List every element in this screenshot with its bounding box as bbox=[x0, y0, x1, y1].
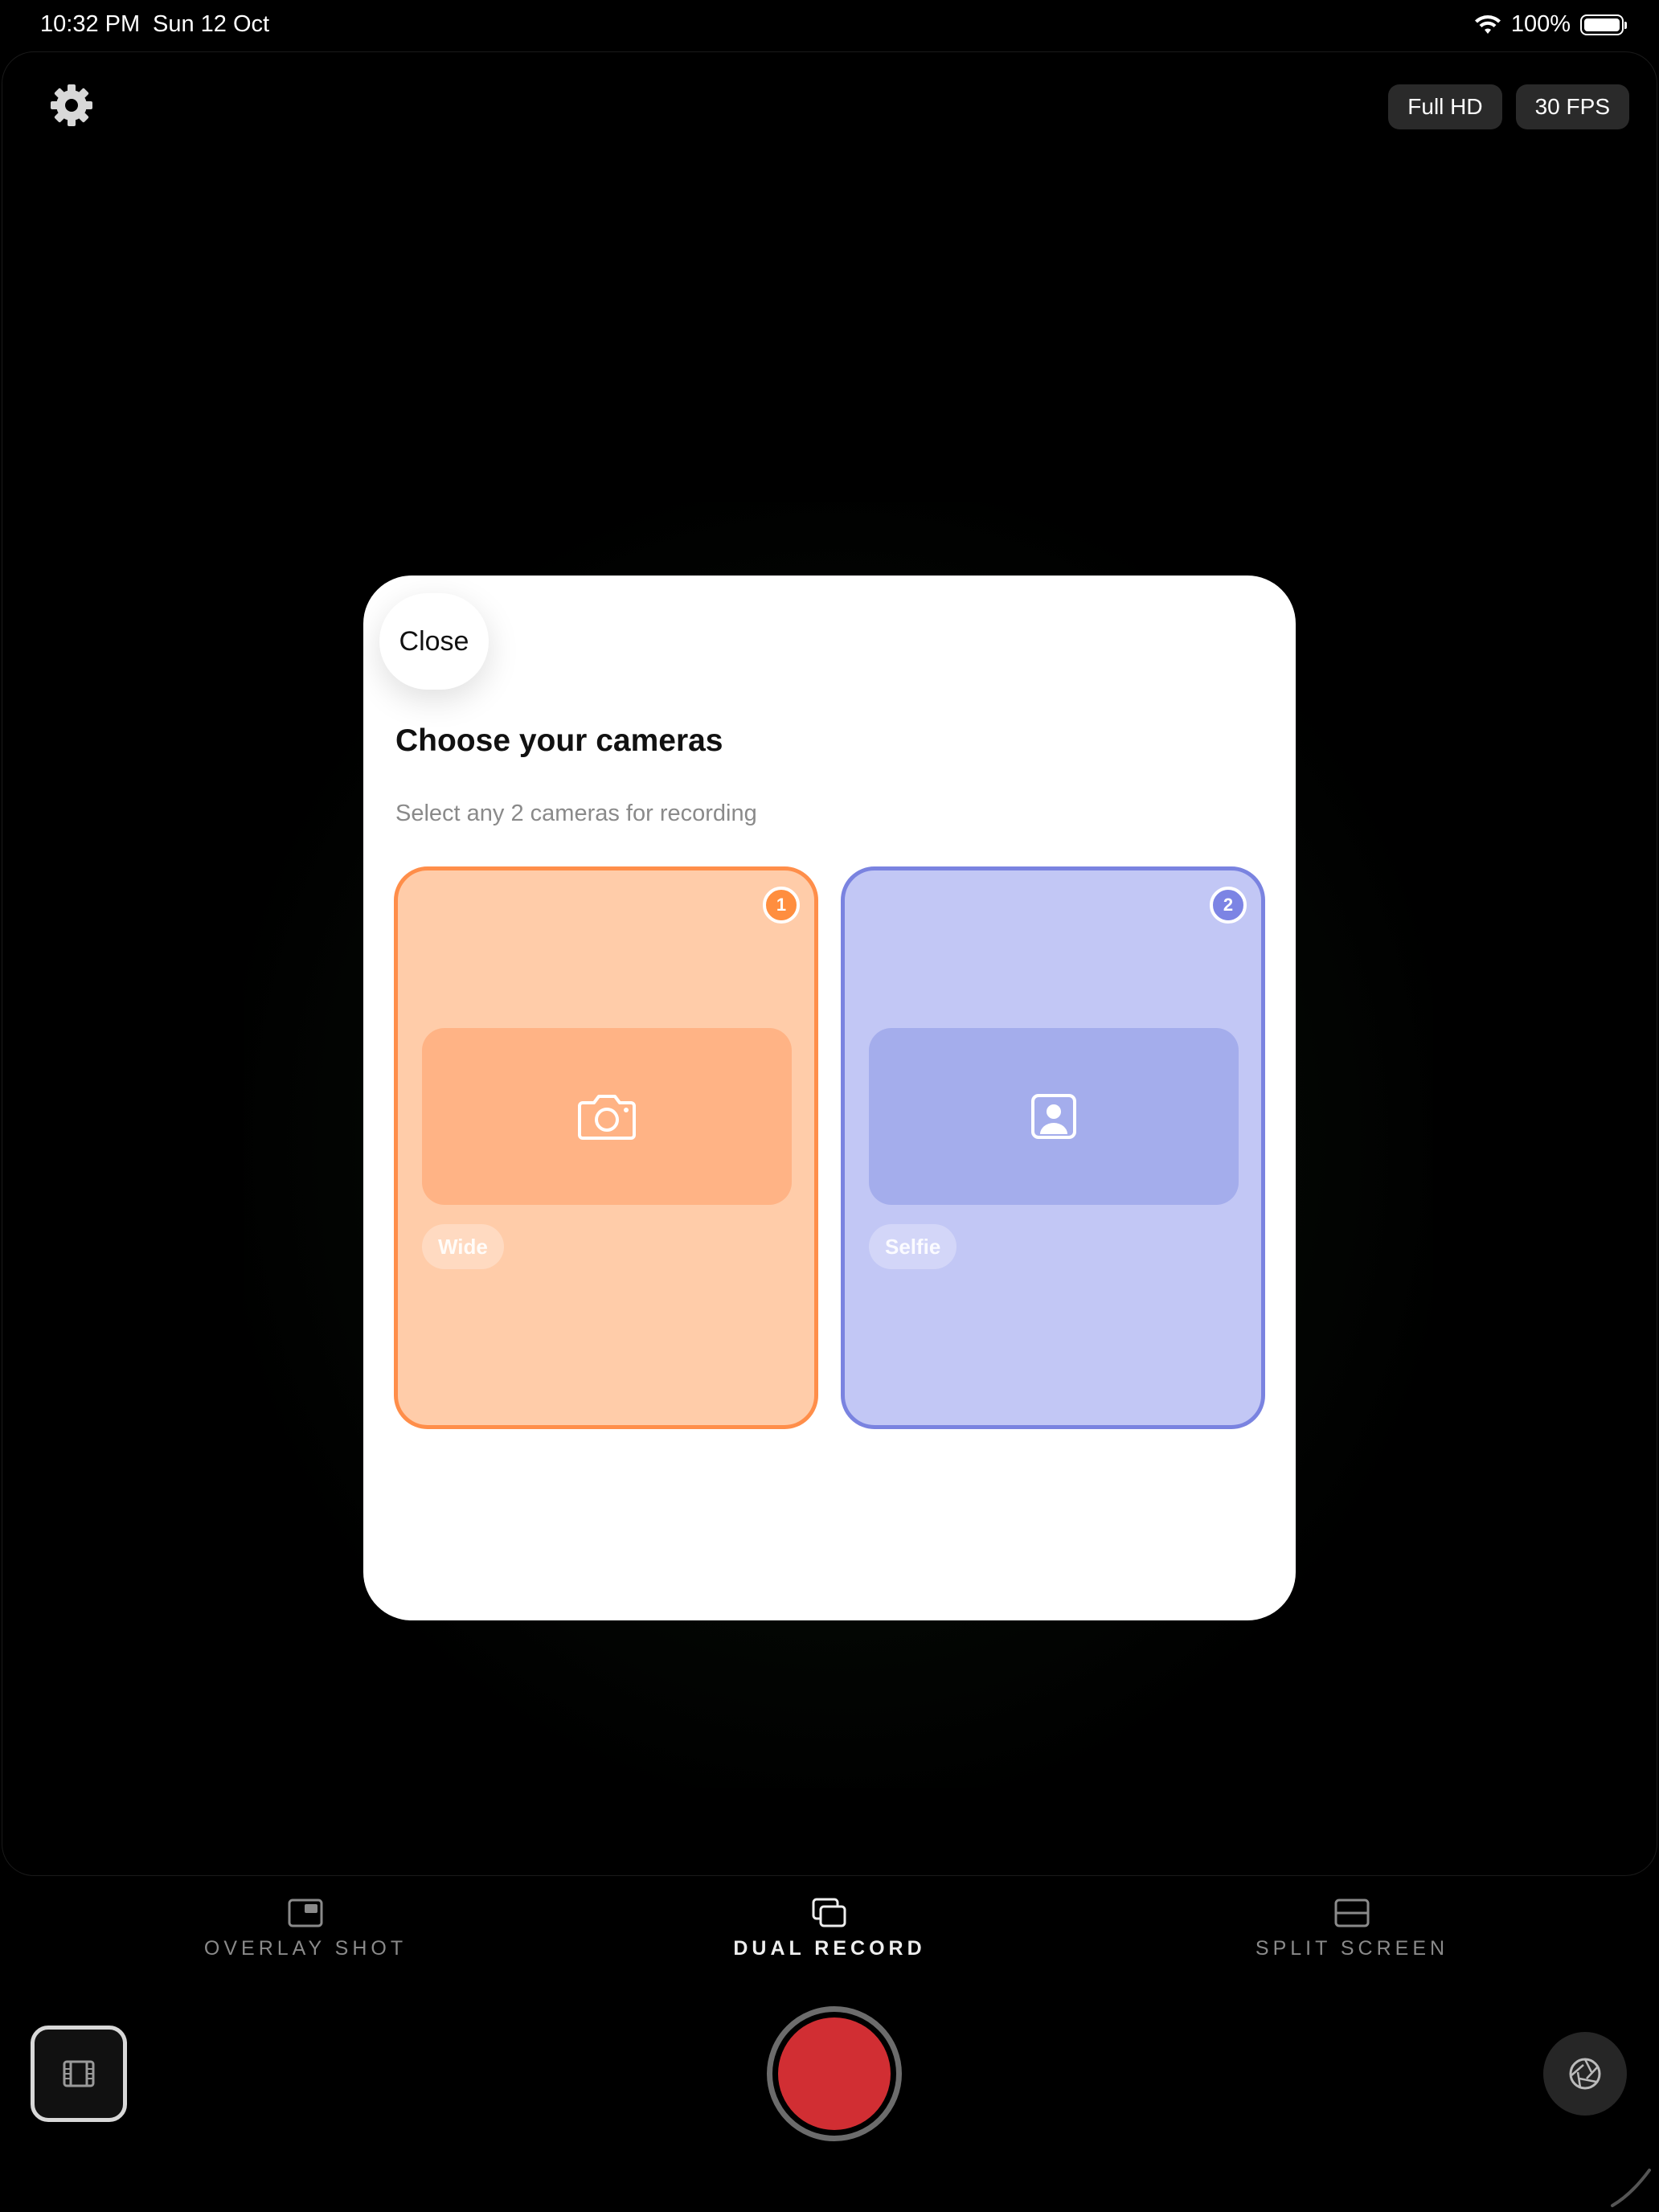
mode-dual-record[interactable]: DUAL RECORD bbox=[693, 1897, 966, 1960]
resolution-chip[interactable]: Full HD bbox=[1388, 84, 1502, 129]
selection-badge: 1 bbox=[763, 887, 800, 924]
battery-percent: 100% bbox=[1510, 11, 1571, 37]
capture-settings: Full HD 30 FPS bbox=[1388, 84, 1629, 129]
switch-camera-button[interactable] bbox=[1543, 2032, 1627, 2116]
resize-handle-icon bbox=[1611, 2169, 1651, 2207]
status-time: 10:32 PM bbox=[40, 11, 141, 37]
mode-split-screen[interactable]: SPLIT SCREEN bbox=[1215, 1897, 1489, 1960]
portrait-icon bbox=[1031, 1094, 1076, 1139]
overlay-shot-icon bbox=[288, 1899, 323, 1927]
modal-subtitle: Select any 2 cameras for recording bbox=[395, 801, 757, 826]
camera-label: Selfie bbox=[869, 1224, 957, 1269]
dual-record-icon bbox=[812, 1898, 846, 1927]
aperture-icon bbox=[1569, 2058, 1601, 2090]
close-button[interactable]: Close bbox=[379, 593, 489, 690]
gallery-button[interactable] bbox=[31, 2026, 127, 2122]
mode-overlay-shot[interactable]: OVERLAY SHOT bbox=[169, 1897, 442, 1960]
fps-chip[interactable]: 30 FPS bbox=[1515, 84, 1629, 129]
mode-selector: OVERLAY SHOT DUAL RECORD SPLIT SCREEN bbox=[0, 1897, 1659, 1969]
status-bar: 10:32 PM Sun 12 Oct 100% bbox=[0, 0, 1659, 51]
camera-preview bbox=[422, 1028, 792, 1205]
split-screen-icon bbox=[1334, 1899, 1370, 1927]
mode-label: SPLIT SCREEN bbox=[1255, 1937, 1449, 1960]
camera-card-selfie[interactable]: 2 Selfie bbox=[841, 866, 1265, 1429]
mode-label: OVERLAY SHOT bbox=[203, 1937, 408, 1960]
record-dot bbox=[778, 2017, 891, 2130]
camera-preview bbox=[869, 1028, 1239, 1205]
selection-badge: 2 bbox=[1210, 887, 1247, 924]
camera-icon bbox=[578, 1095, 636, 1140]
camera-picker-modal: Close Choose your cameras Select any 2 c… bbox=[363, 576, 1296, 1620]
status-indicators: 100% bbox=[1474, 11, 1627, 38]
mode-label: DUAL RECORD bbox=[733, 1937, 926, 1960]
battery-icon bbox=[1580, 14, 1627, 35]
camera-label: Wide bbox=[422, 1224, 504, 1269]
record-button[interactable] bbox=[767, 2006, 902, 2141]
camera-card-wide[interactable]: 1 Wide bbox=[394, 866, 818, 1429]
status-date: Sun 12 Oct bbox=[153, 11, 270, 37]
film-icon bbox=[63, 2060, 95, 2087]
modal-title: Choose your cameras bbox=[395, 723, 723, 758]
gear-icon[interactable] bbox=[47, 81, 96, 129]
wifi-icon bbox=[1474, 14, 1501, 34]
